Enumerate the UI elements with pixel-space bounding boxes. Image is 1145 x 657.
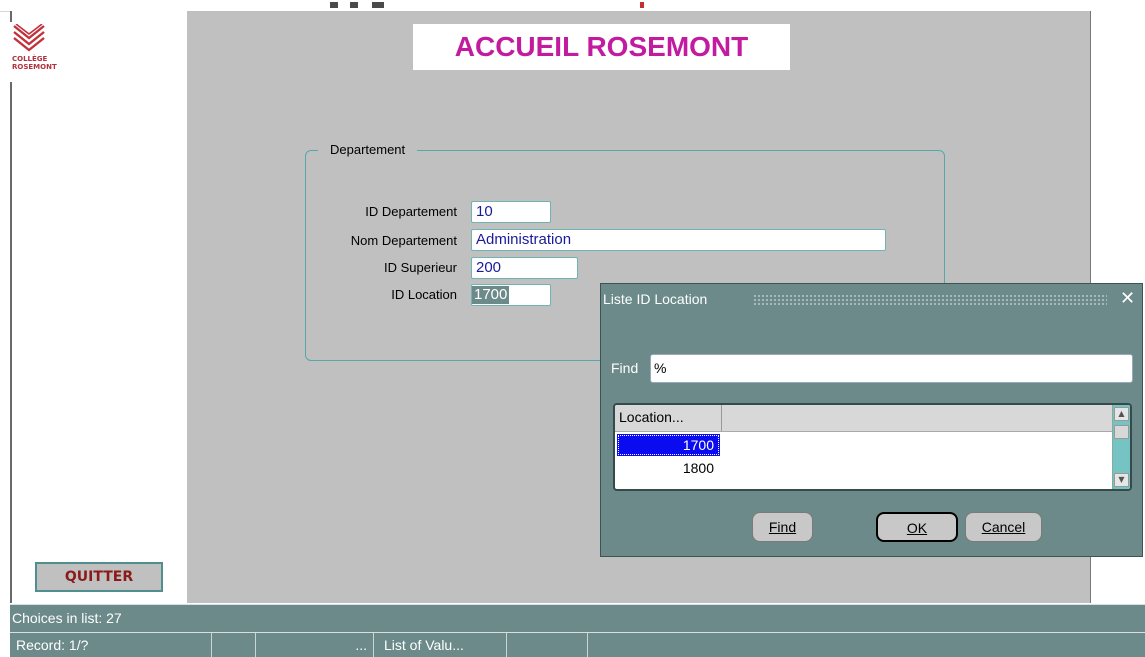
page-title: ACCUEIL ROSEMONT (413, 24, 790, 70)
scroll-down-arrow-icon[interactable]: ▼ (1114, 473, 1129, 487)
status-message: Choices in list: 27 (12, 610, 122, 626)
left-panel (10, 11, 189, 603)
cancel-button-label: Cancel (981, 519, 1026, 535)
close-icon[interactable]: ✕ (1120, 288, 1135, 309)
label-id-superieur: ID Superieur (384, 260, 457, 275)
find-button-label: Find (768, 519, 797, 535)
status-ellipsis: ... (256, 633, 374, 657)
list-scrollbar[interactable]: ▲ ▼ (1112, 405, 1130, 489)
dialog-titlebar[interactable]: Liste ID Location ✕ (601, 284, 1142, 314)
find-label: Find (611, 360, 639, 376)
label-nom-departement: Nom Departement (350, 233, 457, 248)
ok-button[interactable]: OK (876, 512, 958, 542)
label-id-location: ID Location (391, 287, 457, 302)
id-departement-field[interactable]: 10 (471, 201, 551, 223)
column-header-location[interactable]: Location... (619, 409, 684, 425)
find-button[interactable]: Find (752, 512, 813, 542)
status-cell-empty-1 (212, 633, 256, 657)
record-indicator: Record: 1/? (10, 633, 212, 657)
status-cell-empty-2 (507, 633, 588, 657)
college-logo: COLLÈGE ROSEMONT (10, 22, 88, 82)
lov-list: Location... 1700 1800 ▲ ▼ (613, 403, 1132, 491)
status-bar: Record: 1/? ... List of Valu... (10, 632, 1145, 657)
column-separator (721, 405, 722, 431)
message-bar: Choices in list: 27 (10, 604, 1145, 632)
label-id-departement: ID Departement (365, 204, 457, 219)
dialog-title: Liste ID Location (603, 291, 708, 307)
logo-line2: ROSEMONT (12, 63, 57, 71)
list-row-1700[interactable]: 1700 (617, 434, 720, 456)
lov-dialog: Liste ID Location ✕ Find % Location... 1… (600, 283, 1143, 557)
id-superieur-field[interactable]: 200 (471, 257, 578, 279)
quit-button[interactable]: QUITTER (35, 562, 163, 592)
scroll-thumb[interactable] (1114, 425, 1129, 439)
titlebar-grip-pattern (753, 294, 1107, 305)
find-input[interactable]: % (650, 354, 1133, 383)
list-row-1800[interactable]: 1800 (617, 457, 720, 479)
status-mode: List of Valu... (374, 633, 507, 657)
scroll-up-arrow-icon[interactable]: ▲ (1114, 407, 1129, 421)
list-header: Location... (615, 405, 1112, 432)
ok-button-label: OK (906, 520, 928, 536)
id-location-value: 1700 (472, 286, 510, 304)
logo-line1: COLLÈGE (12, 55, 48, 63)
frame-title: Departement (318, 142, 418, 157)
logo-chevron-icon (13, 24, 45, 52)
id-location-field[interactable]: 1700 (471, 284, 551, 306)
nom-departement-field[interactable]: Administration (471, 229, 886, 251)
cancel-button[interactable]: Cancel (965, 512, 1042, 542)
